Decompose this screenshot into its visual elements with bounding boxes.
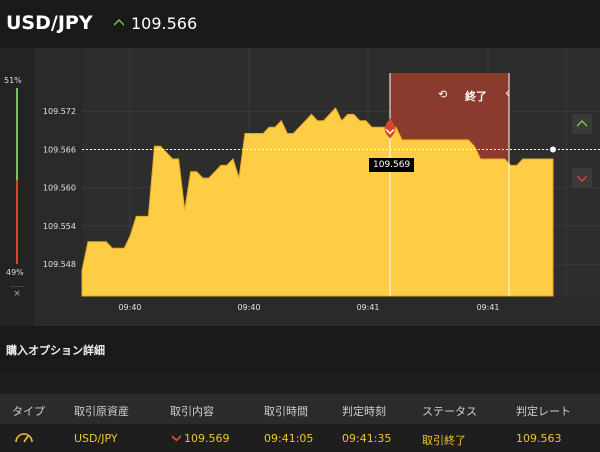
high-button[interactable] xyxy=(572,114,592,134)
col-status: ステータス xyxy=(422,405,477,418)
chart-area: 51% 49% × 109.572 109.566 109.560 109.554 10… xyxy=(0,48,600,326)
col-content: 取引内容 xyxy=(170,405,214,418)
gauge-close-icon[interactable]: × xyxy=(10,286,24,301)
row-trade-time: 09:41:05 xyxy=(264,432,314,445)
chevron-left-icon[interactable]: ‹ xyxy=(505,86,510,100)
col-judge-time: 判定時刻 xyxy=(342,405,386,418)
row-asset: USD/JPY xyxy=(74,432,118,445)
chevron-down-icon xyxy=(172,435,181,442)
y-tick-label: 109.566 xyxy=(43,145,76,154)
price-chart[interactable]: 109.572 109.566 109.560 109.554 109.548 09:40… xyxy=(34,48,600,326)
low-button[interactable] xyxy=(572,168,592,188)
x-tick-label: 09:40 xyxy=(237,303,260,312)
end-label: 終了 xyxy=(465,90,487,103)
chevron-up-icon xyxy=(577,120,587,127)
chevron-up-icon xyxy=(114,19,124,26)
x-tick-label: 09:41 xyxy=(476,303,499,312)
row-status: 取引終了 xyxy=(422,434,466,447)
col-rate: 判定レート xyxy=(516,405,571,418)
clock-icon: ⟲ xyxy=(438,88,448,101)
section-header: 購入オプション詳細 xyxy=(0,326,600,372)
header: USD/JPY 109.566 xyxy=(0,0,600,48)
y-tick-label: 109.548 xyxy=(43,260,76,269)
current-rate: 109.566 xyxy=(131,14,198,33)
row-rate: 109.563 xyxy=(516,432,562,445)
spacer xyxy=(0,372,600,394)
current-rate-dot xyxy=(550,146,556,153)
chevron-down-icon xyxy=(577,175,587,182)
gauge-bottom-percent: 49% xyxy=(6,268,24,277)
col-trade-time: 取引時間 xyxy=(264,405,308,418)
col-type: タイプ xyxy=(12,405,45,418)
col-asset: 取引原資産 xyxy=(74,405,129,418)
x-tick-label: 09:41 xyxy=(356,303,379,312)
table-row[interactable]: USD/JPY 109.569 09:41:05 09:41:35 取引終了 1… xyxy=(0,424,600,452)
x-tick-label: 09:40 xyxy=(118,303,141,312)
bet-rate-tooltip: 109.569 xyxy=(369,158,415,172)
section-title: 購入オプション詳細 xyxy=(6,344,105,357)
y-tick-label: 109.554 xyxy=(43,222,76,231)
table-header: タイプ 取引原資産 取引内容 取引時間 判定時刻 ステータス 判定レート xyxy=(0,394,600,424)
row-judge-time: 09:41:35 xyxy=(342,432,392,445)
y-tick-label: 109.572 xyxy=(43,107,76,116)
gauge-red-bar xyxy=(16,180,18,264)
gauge-green-bar xyxy=(16,88,18,180)
y-tick-label: 109.560 xyxy=(43,184,76,193)
speedometer-icon xyxy=(15,433,33,443)
currency-pair: USD/JPY xyxy=(6,12,93,34)
sentiment-gauge: 51% 49% × xyxy=(0,48,34,326)
gauge-top-percent: 51% xyxy=(4,76,22,85)
row-content: 109.569 xyxy=(184,432,230,445)
